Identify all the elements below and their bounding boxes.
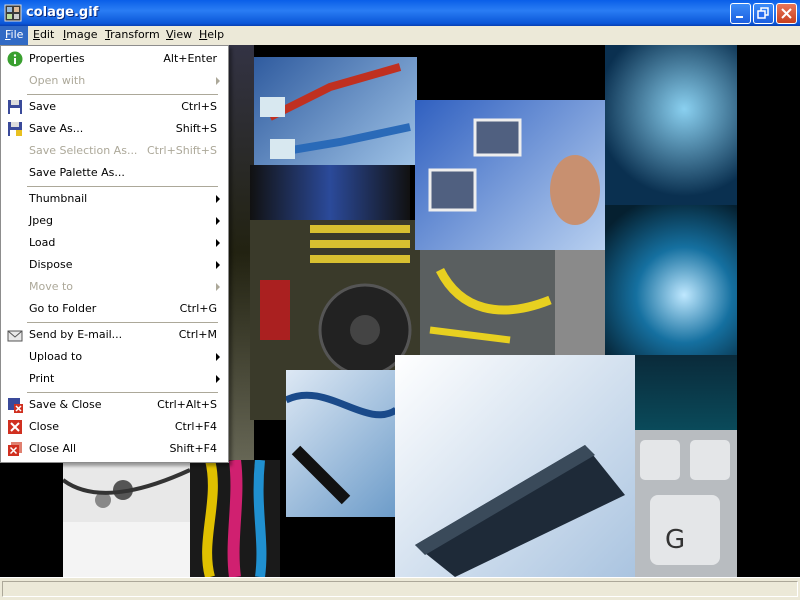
close-button[interactable]	[776, 3, 797, 24]
submenu-arrow-icon	[216, 239, 220, 247]
image-file-icon	[4, 4, 22, 22]
submenu-arrow-icon	[216, 261, 220, 269]
save-close-icon	[8, 398, 23, 413]
collage-tile-toner	[395, 355, 635, 577]
svg-text:G: G	[665, 525, 685, 555]
collage-tile-paint	[190, 460, 280, 577]
window-title: colage.gif	[26, 5, 99, 20]
menu-item-save-selection-as[interactable]: Save Selection As... Ctrl+Shift+S	[3, 140, 226, 162]
menu-transform[interactable]: Transform	[100, 26, 165, 45]
menu-edit[interactable]: Edit	[28, 26, 59, 45]
submenu-arrow-icon	[216, 283, 220, 291]
collage-tile-yellow-cables	[420, 250, 560, 355]
menu-item-open-with[interactable]: Open with	[3, 70, 226, 92]
menu-item-save[interactable]: Save Ctrl+S	[3, 96, 226, 118]
menu-item-send-by-email[interactable]: Send by E-mail... Ctrl+M	[3, 324, 226, 346]
collage-tile-coax-cable	[286, 370, 402, 517]
menu-item-close[interactable]: Close Ctrl+F4	[3, 416, 226, 438]
info-icon	[7, 51, 23, 67]
menu-item-load[interactable]: Load	[3, 232, 226, 254]
floppy-icon	[8, 100, 22, 114]
submenu-arrow-icon	[216, 217, 220, 225]
menu-item-thumbnail[interactable]: Thumbnail	[3, 188, 226, 210]
email-icon	[7, 330, 23, 342]
submenu-arrow-icon	[216, 353, 220, 361]
status-bar	[0, 577, 800, 600]
collage-tile-cables	[63, 460, 190, 522]
close-x-icon	[8, 420, 22, 434]
menu-item-go-to-folder[interactable]: Go to Folder Ctrl+G	[3, 298, 226, 320]
menu-separator	[27, 94, 218, 95]
menu-separator	[27, 186, 218, 187]
collage-tile-case	[555, 250, 605, 355]
menu-item-print[interactable]: Print	[3, 368, 226, 390]
close-all-icon	[8, 442, 22, 456]
restore-icon	[757, 7, 769, 19]
menu-image[interactable]: Image	[58, 26, 102, 45]
menu-item-save-palette-as[interactable]: Save Palette As...	[3, 162, 226, 184]
menu-separator	[27, 322, 218, 323]
close-icon	[781, 8, 792, 19]
menu-item-save-and-close[interactable]: Save & Close Ctrl+Alt+S	[3, 394, 226, 416]
collage-tile-disk	[605, 45, 737, 205]
menu-separator	[27, 392, 218, 393]
maximize-button[interactable]	[753, 3, 774, 24]
menu-item-save-as[interactable]: Save As... Shift+S	[3, 118, 226, 140]
menu-item-dispose[interactable]: Dispose	[3, 254, 226, 276]
menu-item-upload-to[interactable]: Upload to	[3, 346, 226, 368]
menu-view[interactable]: View	[161, 26, 197, 45]
floppy-as-icon	[8, 122, 22, 136]
collage-tile-keyboard: G	[635, 430, 737, 577]
menu-help[interactable]: Help	[194, 26, 229, 45]
menu-item-jpeg[interactable]: Jpeg	[3, 210, 226, 232]
collage-tile-fiber-optic	[605, 205, 737, 355]
collage-tile-gpu	[250, 165, 410, 220]
minimize-icon	[736, 16, 743, 18]
file-menu-dropdown: Properties Alt+Enter Open with Save Ctrl…	[0, 45, 229, 463]
submenu-arrow-icon	[216, 375, 220, 383]
minimize-button[interactable]	[730, 3, 751, 24]
collage-tile-dark-teal	[635, 355, 737, 430]
collage-tile-network-cable	[250, 57, 417, 165]
title-bar[interactable]: colage.gif	[0, 0, 800, 26]
status-field	[2, 581, 798, 597]
menu-file[interactable]: File	[0, 26, 29, 45]
menu-item-properties[interactable]: Properties Alt+Enter	[3, 48, 226, 70]
menu-bar: File Edit Image Transform View Help	[0, 26, 800, 45]
menu-item-close-all[interactable]: Close All Shift+F4	[3, 438, 226, 460]
collage-tile-monitors	[415, 100, 605, 250]
submenu-arrow-icon	[216, 195, 220, 203]
submenu-arrow-icon	[216, 77, 220, 85]
menu-item-move-to[interactable]: Move to	[3, 276, 226, 298]
